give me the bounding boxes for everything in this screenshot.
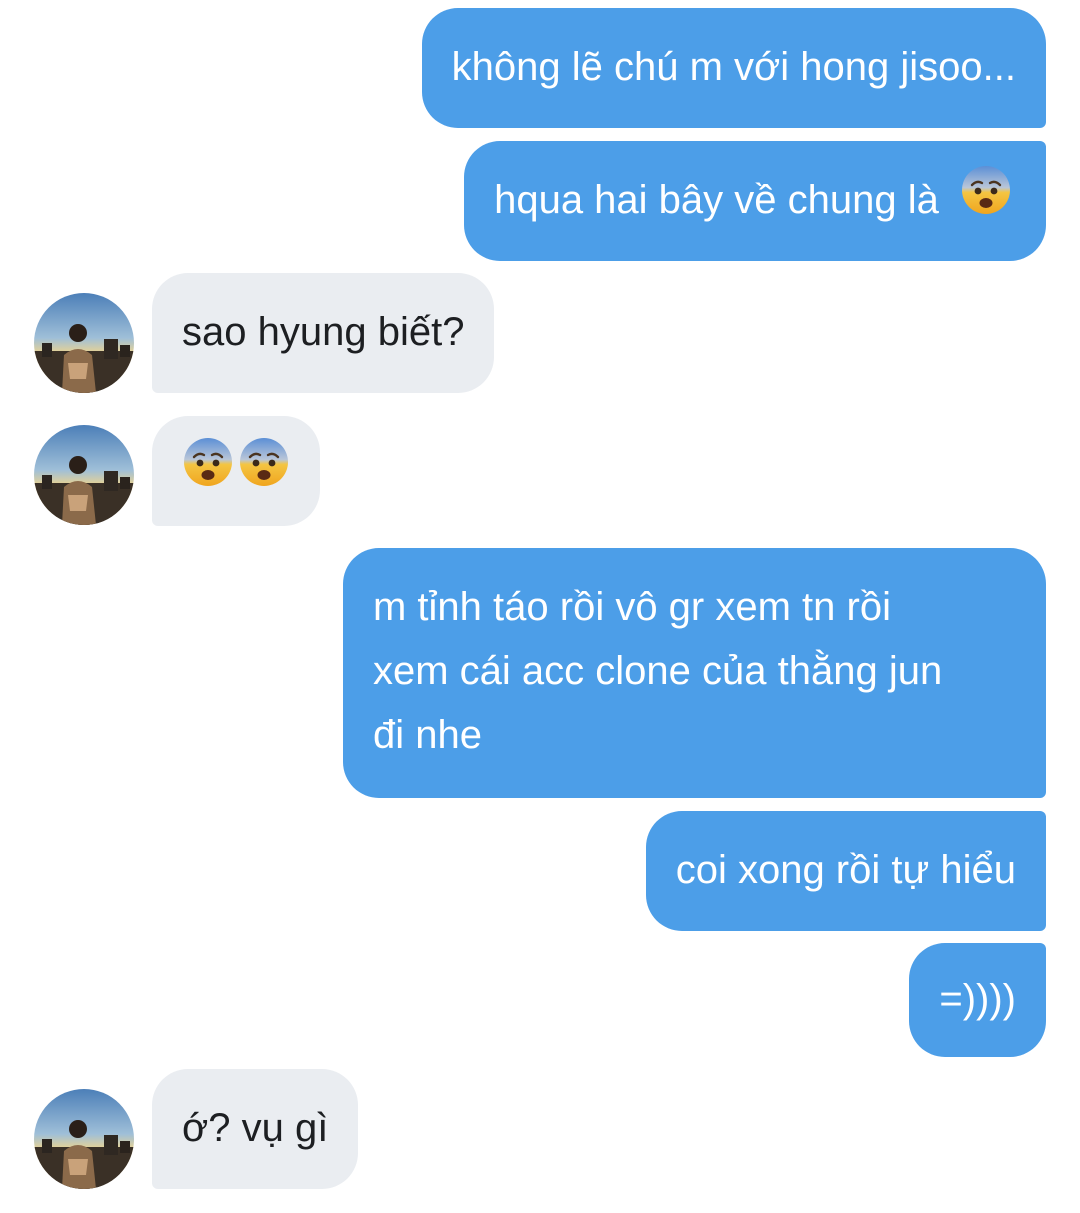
anxious-face-icon [960, 164, 1012, 235]
message-bubble-outgoing[interactable]: coi xong rồi tự hiểu [645, 811, 1046, 931]
avatar[interactable] [34, 293, 134, 393]
chat-thread: không lẽ chú m với hong jisoo... hqua ha… [0, 0, 1080, 1213]
message-bubble-incoming[interactable] [152, 416, 320, 526]
anxious-face-icon [238, 436, 290, 507]
anxious-face-icon [182, 436, 234, 507]
message-bubble-outgoing[interactable]: hqua hai bây về chung là [464, 141, 1046, 261]
message-bubble-incoming[interactable]: ớ? vụ gì [152, 1069, 359, 1189]
message-bubble-incoming[interactable]: sao hyung biết? [152, 273, 495, 393]
message-text: không lẽ chú m với hong jisoo... [451, 45, 1016, 89]
message-text: coi xong rồi tự hiểu [675, 848, 1016, 892]
message-bubble-outgoing[interactable]: không lẽ chú m với hong jisoo... [421, 8, 1046, 128]
message-text: hqua hai bây về chung là [494, 178, 939, 222]
message-text: ớ? vụ gì [182, 1106, 329, 1150]
message-bubble-outgoing[interactable]: =)))) [909, 943, 1046, 1057]
message-text-line: m tỉnh táo rồi vô gr xem tn rồi [373, 585, 891, 629]
message-text: =)))) [939, 977, 1016, 1021]
avatar[interactable] [34, 1089, 134, 1189]
message-text: sao hyung biết? [182, 310, 465, 354]
message-text-line: xem cái acc clone của thằng jun [373, 649, 943, 693]
message-bubble-outgoing[interactable]: m tỉnh táo rồi vô gr xem tn rồi xem cái … [343, 548, 1046, 798]
avatar[interactable] [34, 425, 134, 525]
message-text-line: đi nhe [373, 713, 482, 757]
